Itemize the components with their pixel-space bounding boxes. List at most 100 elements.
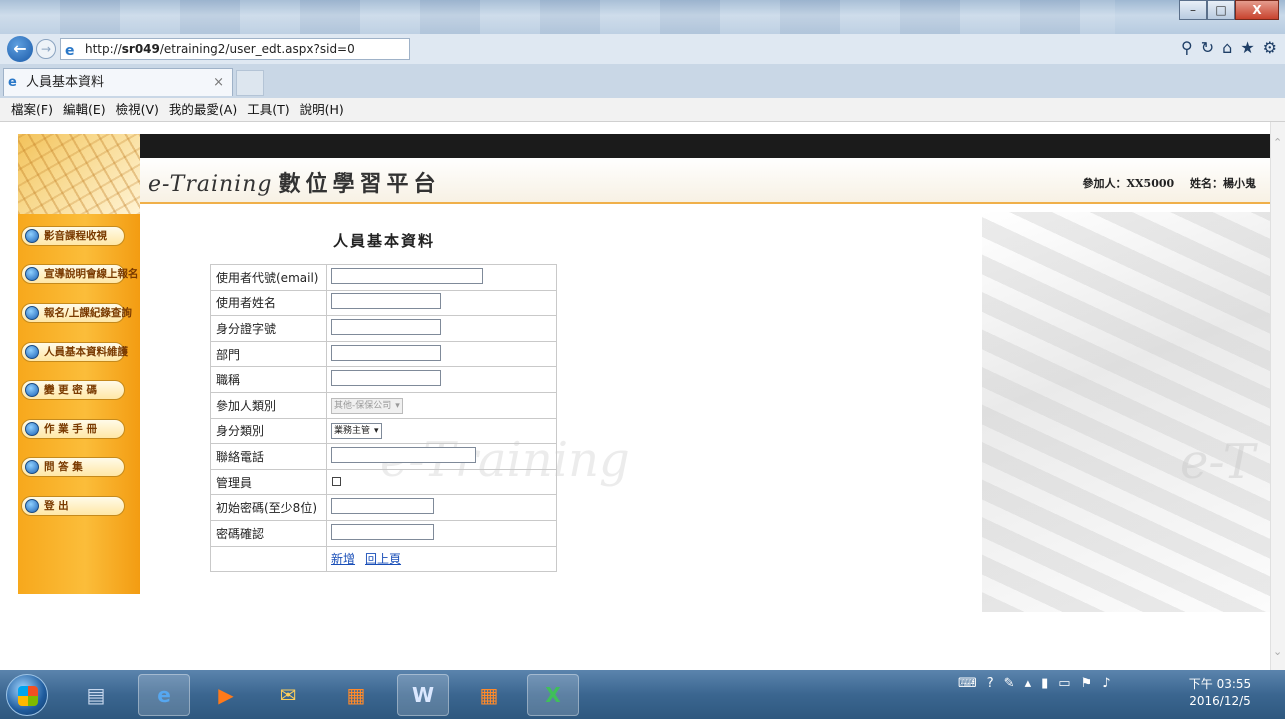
word-taskbar-icon[interactable]: W: [397, 674, 449, 716]
id-number-label: 身分證字號: [210, 315, 327, 342]
id-number-input[interactable]: [331, 318, 441, 335]
home-icon[interactable]: ⌂: [1222, 38, 1232, 57]
refresh-icon[interactable]: ↻: [1201, 38, 1214, 57]
menu-file[interactable]: 檔案(F): [6, 98, 58, 121]
sidebar-item-faq[interactable]: 問 答 集: [21, 457, 125, 477]
identity-type-label: 身分類別: [210, 417, 327, 445]
menu-view[interactable]: 檢視(V): [111, 98, 164, 121]
help-icon[interactable]: ?: [987, 676, 994, 691]
network-icon[interactable]: ▮: [1041, 676, 1048, 691]
participant-type-value: 其他-保保公司: [334, 400, 392, 411]
menu-edit[interactable]: 編輯(E): [58, 98, 111, 121]
volume-icon[interactable]: ♪: [1102, 676, 1110, 691]
department-input[interactable]: [331, 344, 441, 361]
sidebar-item-video-courses[interactable]: 影音課程收視: [21, 226, 125, 246]
confirm-password-cell: [326, 519, 557, 547]
add-link[interactable]: 新增: [331, 552, 355, 566]
sidebar-item-label: 作 業 手 冊: [44, 423, 97, 435]
department-label: 部門: [210, 340, 327, 368]
page-viewport: e-Training e-T e-Training 數位學習平台 參加人：XX50…: [0, 122, 1270, 670]
menu-tools[interactable]: 工具(T): [242, 98, 294, 121]
favorites-star-icon[interactable]: ★: [1240, 38, 1254, 57]
bullet-icon: [25, 229, 39, 243]
bullet-icon: [25, 306, 39, 320]
tab-user-profile[interactable]: e 人員基本資料 ×: [3, 68, 233, 96]
menu-favorites[interactable]: 我的最愛(A): [164, 98, 242, 121]
address-bar[interactable]: e http://sr049/etraining2/user_edt.aspx?s…: [60, 38, 410, 60]
confirm-password-input[interactable]: [331, 523, 434, 540]
form-row-init-password: 初始密碼(至少8位): [210, 494, 557, 521]
init-password-input[interactable]: [331, 498, 434, 515]
system-tray: ⌨ ? ✎ ▴ ▮ ▭ ⚑ ♪: [958, 676, 1111, 691]
sidebar-item-label: 問 答 集: [44, 461, 83, 473]
phone-input[interactable]: [331, 446, 476, 463]
sidebar-menu: 影音課程收視 宣導說明會線上報名 報名/上課紀錄查詢 人員基本資料維護 變 更 …: [18, 214, 140, 594]
app-taskbar-icon[interactable]: ▦: [330, 674, 382, 716]
form-row-admin: 管理員: [210, 468, 557, 496]
user-profile-form: 使用者代號(email) 使用者姓名 身分證字號 部門 職稱 參加人類別 其他-…: [210, 264, 557, 573]
display-icon[interactable]: ▭: [1058, 676, 1070, 691]
sidebar-item-manual[interactable]: 作 業 手 冊: [21, 419, 125, 439]
start-button[interactable]: [6, 674, 48, 716]
email-input[interactable]: [331, 267, 483, 284]
scroll-up-icon[interactable]: ⌃: [1273, 136, 1282, 149]
sidebar-item-change-password[interactable]: 變 更 密 碼: [21, 380, 125, 400]
back-link[interactable]: 回上頁: [365, 552, 401, 566]
sidebar-item-label: 人員基本資料維護: [44, 346, 128, 358]
windows-logo-icon: [18, 686, 38, 706]
name-label: 使用者姓名: [210, 289, 327, 317]
show-hidden-icons[interactable]: ▴: [1025, 676, 1032, 691]
explorer-taskbar-icon[interactable]: ▤: [70, 674, 122, 716]
form-row-department: 部門: [210, 340, 557, 368]
name-input[interactable]: [331, 293, 441, 310]
sidebar-item-logout[interactable]: 登 出: [21, 496, 125, 516]
keyboard-icon[interactable]: ⌨: [958, 676, 977, 691]
flag-icon[interactable]: ⚑: [1081, 676, 1093, 691]
bullet-icon: [25, 422, 39, 436]
title-bar-background: [0, 0, 1115, 34]
admin-label: 管理員: [210, 468, 327, 496]
admin-cell: [326, 468, 557, 496]
id-number-cell: [326, 315, 557, 342]
clock-date: 2016/12/5: [1189, 694, 1251, 708]
site-title-zh: 數位學習平台: [278, 171, 441, 197]
app2-taskbar-icon[interactable]: ▦: [463, 674, 515, 716]
minimize-button[interactable]: –: [1179, 0, 1207, 20]
admin-checkbox[interactable]: [332, 477, 341, 487]
chevron-down-icon: ▾: [395, 400, 400, 411]
pen-icon[interactable]: ✎: [1004, 676, 1015, 691]
job-title-cell: [326, 366, 557, 393]
bullet-icon: [25, 267, 39, 281]
form-row-id-number: 身分證字號: [210, 315, 557, 342]
new-tab-button[interactable]: [236, 70, 264, 96]
identity-type-select[interactable]: 業務主管 ▾: [331, 423, 382, 440]
vertical-scrollbar[interactable]: ⌃ ⌄: [1270, 122, 1285, 670]
watermark-text-right: e-T: [1180, 434, 1255, 490]
actions-cell: 新增 回上頁: [326, 545, 557, 573]
close-window-button[interactable]: X: [1235, 0, 1279, 20]
maximize-button[interactable]: □: [1207, 0, 1235, 20]
forward-button[interactable]: →: [36, 39, 56, 59]
gear-icon[interactable]: ⚙: [1263, 38, 1277, 57]
sidebar-item-profile-maintenance[interactable]: 人員基本資料維護: [21, 342, 128, 362]
form-row-participant-type: 參加人類別 其他-保保公司 ▾: [210, 391, 557, 419]
sidebar-item-record-query[interactable]: 報名/上課紀錄查詢: [21, 303, 132, 323]
close-tab-icon[interactable]: ×: [213, 69, 224, 96]
search-icon[interactable]: ⚲: [1181, 38, 1193, 57]
media-taskbar-icon[interactable]: ▶: [200, 674, 252, 716]
mail-taskbar-icon[interactable]: ✉: [262, 674, 314, 716]
form-row-actions: 新增 回上頁: [210, 545, 557, 573]
sidebar-item-seminar-registration[interactable]: 宣導說明會線上報名: [21, 264, 139, 284]
excel-taskbar-icon[interactable]: X: [527, 674, 579, 716]
job-title-input[interactable]: [331, 370, 441, 387]
sidebar-item-label: 報名/上課紀錄查詢: [44, 307, 132, 319]
scroll-down-icon[interactable]: ⌄: [1273, 645, 1282, 658]
menu-help[interactable]: 說明(H): [295, 98, 349, 121]
back-button[interactable]: ←: [7, 36, 33, 62]
department-cell: [326, 340, 557, 368]
system-clock[interactable]: 下午 03:55 2016/12/5: [1180, 676, 1260, 710]
header-dark-bar: [140, 134, 1270, 158]
participant-label: 參加人：XX5000: [1082, 177, 1175, 190]
phone-label: 聯絡電話: [210, 443, 327, 470]
ie-taskbar-icon[interactable]: e: [138, 674, 190, 716]
